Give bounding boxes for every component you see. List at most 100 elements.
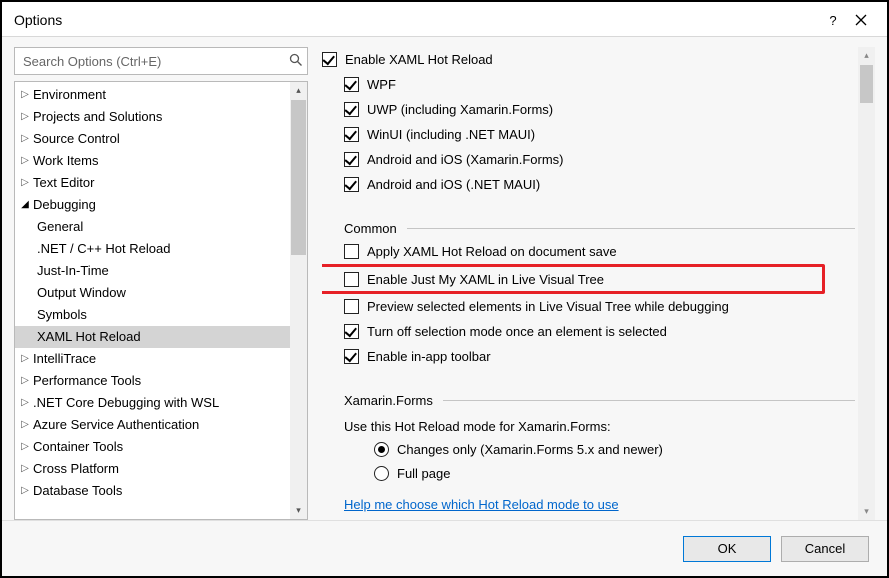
xamarin-hint: Use this Hot Reload mode for Xamarin.For… [322,415,855,437]
tree-item-label: .NET / C++ Hot Reload [37,238,170,260]
chevron-right-icon[interactable]: ▷ [19,458,31,480]
tree-item-label: Database Tools [33,480,122,502]
tree-item--net-core-debugging-with-wsl[interactable]: ▷.NET Core Debugging with WSL [15,392,307,414]
checkbox[interactable] [344,324,359,339]
chevron-right-icon[interactable]: ▷ [19,172,31,194]
enable-hot-reload-label: Enable XAML Hot Reload [345,52,493,67]
scroll-down-icon[interactable]: ▾ [858,503,875,520]
chevron-right-icon[interactable]: ▷ [19,128,31,150]
chevron-right-icon[interactable]: ▷ [19,414,31,436]
chevron-right-icon[interactable]: ▷ [19,106,31,128]
tree-item-label: .NET Core Debugging with WSL [33,392,219,414]
highlighted-setting[interactable]: Enable Just My XAML in Live Visual Tree [322,264,825,294]
checkbox-label: Enable in-app toolbar [367,349,491,364]
chevron-right-icon[interactable]: ▷ [19,348,31,370]
common-setting-row[interactable]: Preview selected elements in Live Visual… [322,294,855,319]
checkbox[interactable] [344,244,359,259]
tree-item-label: Text Editor [33,172,94,194]
tree-item-azure-service-authentication[interactable]: ▷Azure Service Authentication [15,414,307,436]
chevron-right-icon[interactable]: ▷ [19,150,31,172]
enable-hot-reload-checkbox[interactable] [322,52,337,67]
tree-item-symbols[interactable]: Symbols [15,304,307,326]
panel-scrollbar[interactable]: ▴ ▾ [858,47,875,520]
tree-item-projects-and-solutions[interactable]: ▷Projects and Solutions [15,106,307,128]
tree-item--net-c-hot-reload[interactable]: .NET / C++ Hot Reload [15,238,307,260]
scroll-down-icon[interactable]: ▾ [290,502,307,519]
tree-item-label: Source Control [33,128,120,150]
cancel-button[interactable]: Cancel [781,536,869,562]
tree-item-output-window[interactable]: Output Window [15,282,307,304]
radio-row[interactable]: Changes only (Xamarin.Forms 5.x and newe… [322,437,855,461]
common-setting-row[interactable]: Enable in-app toolbar [322,344,855,369]
tree-item-label: Just-In-Time [37,260,109,282]
tree-item-performance-tools[interactable]: ▷Performance Tools [15,370,307,392]
chevron-right-icon[interactable]: ▷ [19,480,31,502]
tree-item-label: Projects and Solutions [33,106,162,128]
checkbox-label: Android and iOS (.NET MAUI) [367,177,540,192]
tree-item-label: Azure Service Authentication [33,414,199,436]
radio-button[interactable] [374,442,389,457]
scroll-up-icon[interactable]: ▴ [290,82,307,99]
common-setting-row[interactable]: Turn off selection mode once an element … [322,319,855,344]
checkbox[interactable] [344,127,359,142]
tree-item-container-tools[interactable]: ▷Container Tools [15,436,307,458]
tree-item-cross-platform[interactable]: ▷Cross Platform [15,458,307,480]
checkbox[interactable] [344,77,359,92]
titlebar: Options ? [2,2,887,37]
common-group-title: Common [344,221,397,236]
checkbox[interactable] [344,272,359,287]
close-button[interactable] [847,8,875,32]
tree-item-label: Symbols [37,304,87,326]
tree-item-intellitrace[interactable]: ▷IntelliTrace [15,348,307,370]
radio-button[interactable] [374,466,389,481]
ok-button[interactable]: OK [683,536,771,562]
help-link[interactable]: Help me choose which Hot Reload mode to … [322,497,619,512]
help-button[interactable]: ? [819,8,847,32]
tree-item-environment[interactable]: ▷Environment [15,84,307,106]
scroll-thumb[interactable] [860,65,873,103]
checkbox-label: WPF [367,77,396,92]
checkbox-label: Apply XAML Hot Reload on document save [367,244,617,259]
tree-item-source-control[interactable]: ▷Source Control [15,128,307,150]
divider [407,228,855,229]
tree-item-xaml-hot-reload[interactable]: XAML Hot Reload [15,326,307,348]
chevron-right-icon[interactable]: ▷ [19,392,31,414]
tree-item-database-tools[interactable]: ▷Database Tools [15,480,307,502]
tree-item-label: General [37,216,83,238]
framework-row[interactable]: Android and iOS (.NET MAUI) [322,172,855,197]
scroll-thumb[interactable] [291,100,306,255]
scroll-up-icon[interactable]: ▴ [858,47,875,64]
tree-item-just-in-time[interactable]: Just-In-Time [15,260,307,282]
framework-row[interactable]: Android and iOS (Xamarin.Forms) [322,147,855,172]
checkbox[interactable] [344,177,359,192]
search-icon[interactable] [289,53,303,70]
framework-row[interactable]: WinUI (including .NET MAUI) [322,122,855,147]
checkbox[interactable] [344,299,359,314]
framework-row[interactable]: WPF [322,72,855,97]
checkbox-label: Enable Just My XAML in Live Visual Tree [367,272,604,287]
checkbox[interactable] [344,349,359,364]
checkbox[interactable] [344,152,359,167]
search-field[interactable] [14,47,308,75]
common-group-header: Common [322,217,855,239]
chevron-down-icon[interactable]: ◢ [19,194,31,216]
search-input[interactable] [23,54,289,69]
chevron-right-icon[interactable]: ▷ [19,370,31,392]
category-tree[interactable]: ▴ ▾ ▷Environment▷Projects and Solutions▷… [14,81,308,520]
tree-item-general[interactable]: General [15,216,307,238]
tree-item-work-items[interactable]: ▷Work Items [15,150,307,172]
chevron-right-icon[interactable]: ▷ [19,436,31,458]
enable-hot-reload-row[interactable]: Enable XAML Hot Reload [322,47,855,72]
tree-scrollbar[interactable]: ▴ ▾ [290,82,307,519]
tree-item-label: Work Items [33,150,99,172]
tree-item-text-editor[interactable]: ▷Text Editor [15,172,307,194]
tree-item-debugging[interactable]: ◢Debugging [15,194,307,216]
checkbox-label: WinUI (including .NET MAUI) [367,127,535,142]
checkbox[interactable] [344,102,359,117]
common-setting-row[interactable]: Apply XAML Hot Reload on document save [322,239,855,264]
tree-item-label: Cross Platform [33,458,119,480]
radio-row[interactable]: Full page [322,461,855,485]
left-pane: ▴ ▾ ▷Environment▷Projects and Solutions▷… [14,47,308,520]
chevron-right-icon[interactable]: ▷ [19,84,31,106]
framework-row[interactable]: UWP (including Xamarin.Forms) [322,97,855,122]
